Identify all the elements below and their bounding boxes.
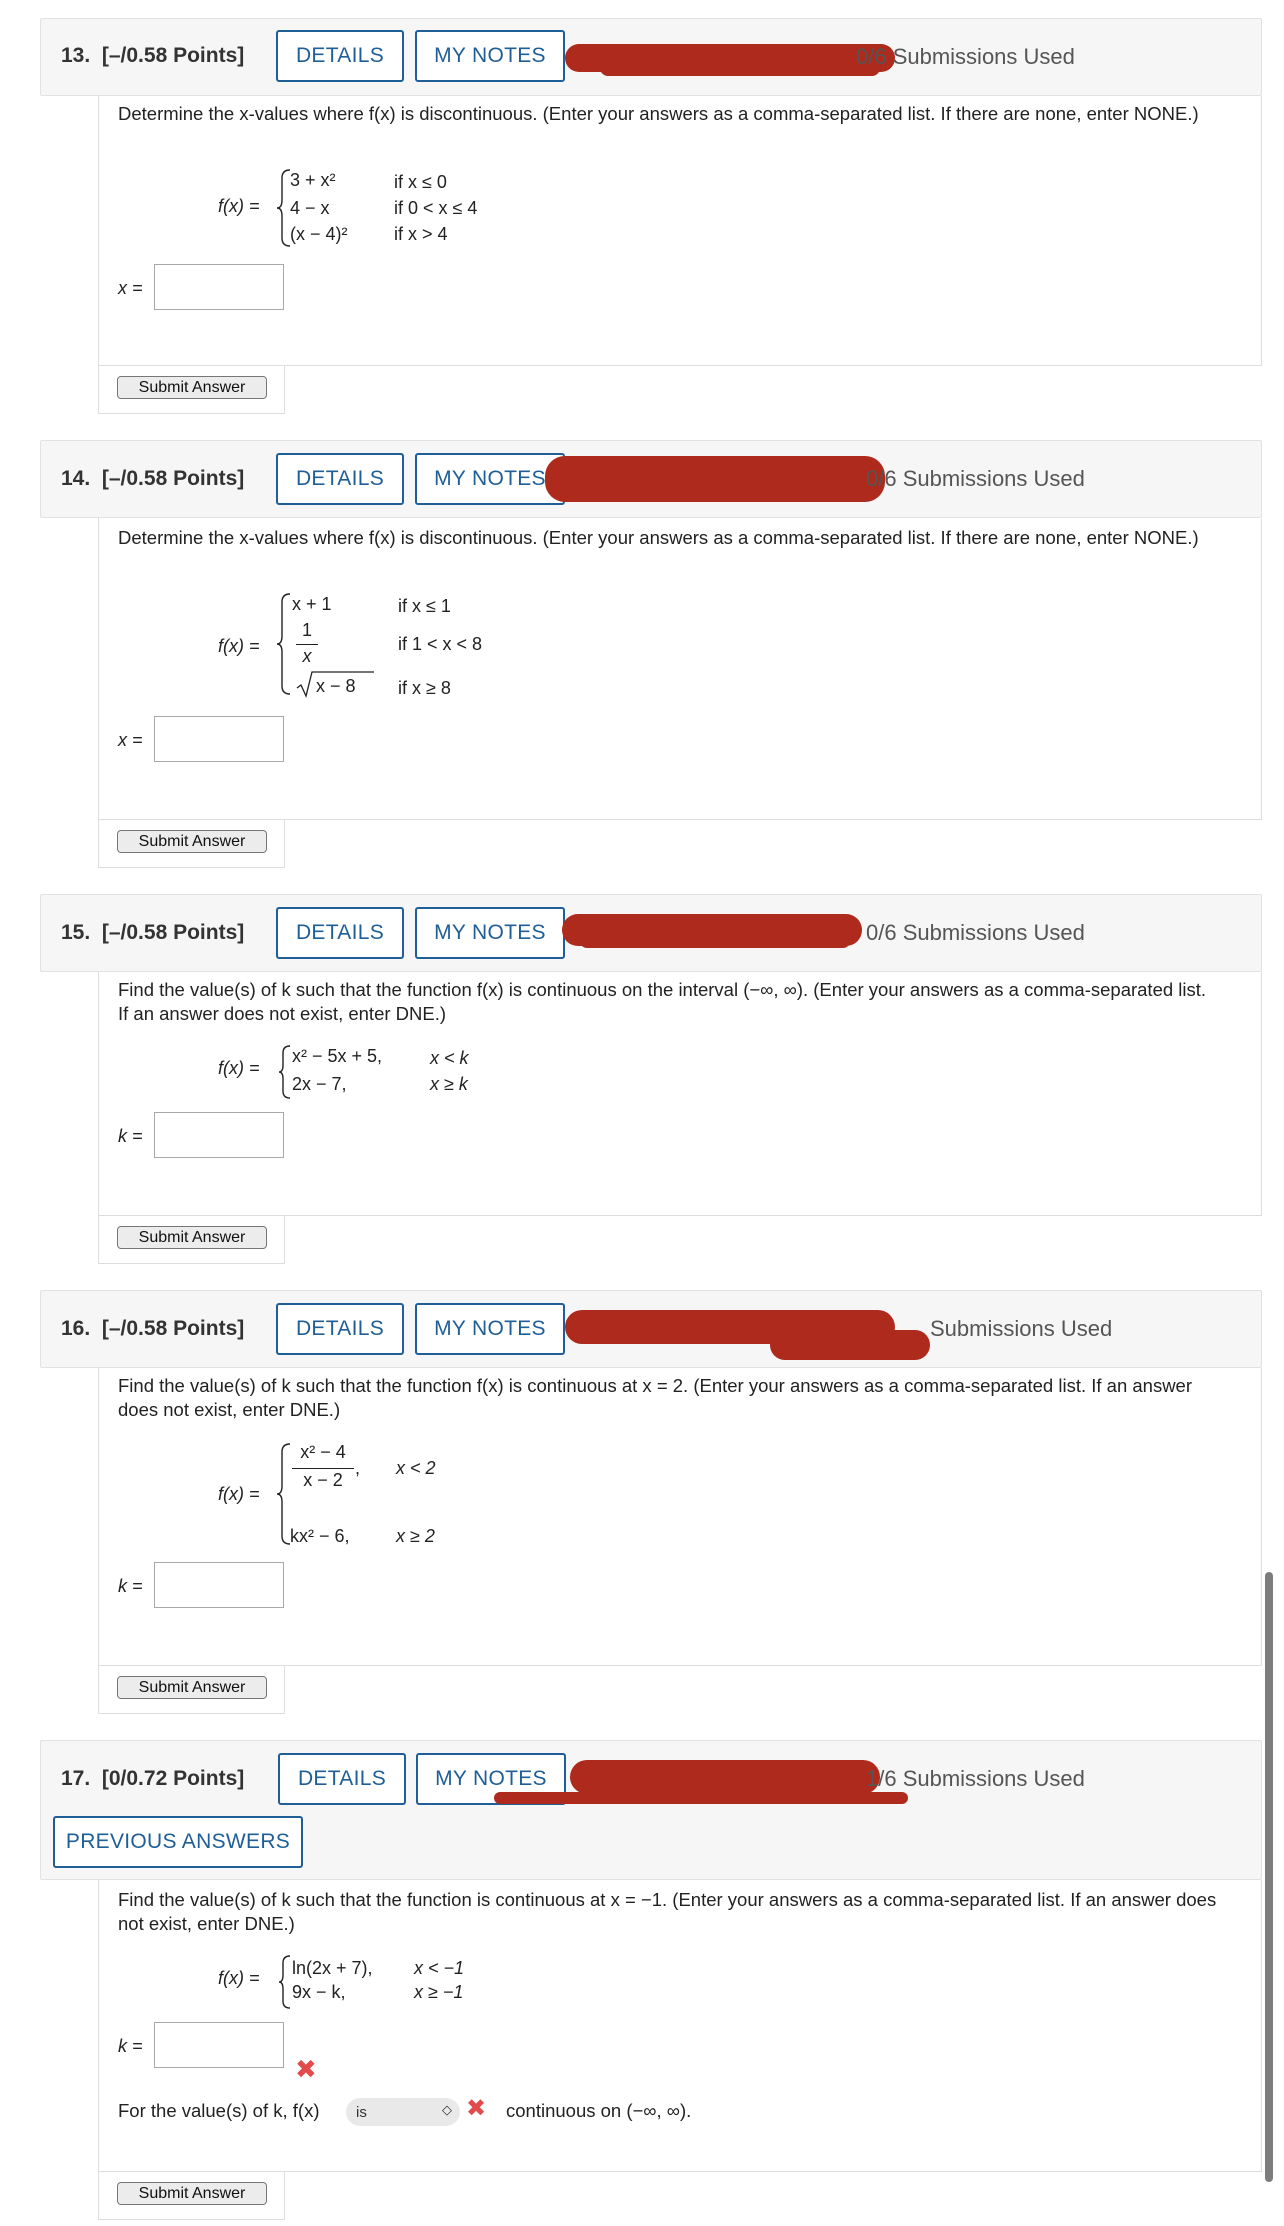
submissions-used: 1/6 Submissions Used: [866, 1766, 1085, 1791]
condition-2: x ≥ −1: [414, 1982, 464, 2002]
my-notes-button[interactable]: MY NOTES: [415, 1303, 565, 1355]
question-15-title: 15. [–/0.58 Points]: [61, 921, 245, 944]
question-13-body: [98, 96, 1262, 366]
fraction-numerator: 1: [301, 620, 312, 640]
select-value: is: [356, 2103, 367, 2121]
details-button[interactable]: DETAILS: [276, 907, 404, 959]
previous-answers-button[interactable]: PREVIOUS ANSWERS: [53, 1816, 303, 1868]
condition-1: if x ≤ 1: [398, 596, 451, 616]
answer-label: x =: [118, 730, 143, 750]
piece-1: ln(2x + 7),: [292, 1958, 373, 1978]
piece-1: x² − 5x + 5,: [292, 1046, 383, 1066]
answer-input[interactable]: [154, 2022, 284, 2068]
redaction-mark: [494, 1792, 908, 1804]
select-chevron-icon: ◇: [442, 2102, 452, 2117]
followup-text-post: continuous on (−∞, ∞).: [506, 2100, 692, 2121]
function-lhs: f(x) =: [218, 636, 260, 656]
condition-3: if x > 4: [394, 224, 448, 244]
fraction-numerator: x² − 4: [300, 1442, 346, 1462]
submit-area: Submit Answer: [98, 820, 285, 868]
submissions-used: 0/6 Submissions Used: [856, 44, 1075, 69]
condition-1: if x ≤ 0: [394, 172, 447, 192]
details-button[interactable]: DETAILS: [276, 453, 404, 505]
incorrect-icon: ✖: [466, 2095, 487, 2122]
condition-2: x ≥ k: [430, 1074, 468, 1094]
answer-label: x =: [118, 278, 143, 298]
condition-2: if 1 < x < 8: [398, 634, 483, 654]
question-13-title: 13. [–/0.58 Points]: [61, 44, 245, 67]
answer-label: k =: [118, 2036, 143, 2056]
details-button[interactable]: DETAILS: [278, 1753, 406, 1805]
redaction-mark: [600, 60, 880, 76]
submit-answer-button[interactable]: Submit Answer: [117, 830, 267, 853]
condition-3: if x ≥ 8: [398, 678, 451, 698]
followup-text-pre: For the value(s) of k, f(x): [118, 2100, 320, 2121]
question-prompt: Find the value(s) of k such that the fun…: [118, 979, 1207, 1024]
function-lhs: f(x) =: [218, 1484, 260, 1504]
answer-input[interactable]: [154, 1562, 284, 1608]
submit-answer-button[interactable]: Submit Answer: [117, 376, 267, 399]
question-prompt: Determine the x-values where f(x) is dis…: [118, 527, 1199, 548]
incorrect-icon: ✖: [295, 2054, 317, 2084]
redaction-mark: [570, 1760, 880, 1794]
my-notes-button[interactable]: MY NOTES: [415, 907, 565, 959]
scrollbar[interactable]: [1265, 1572, 1273, 2182]
my-notes-button[interactable]: MY NOTES: [415, 453, 565, 505]
piece-2: kx² − 6,: [290, 1526, 350, 1546]
condition-1: x < 2: [396, 1458, 436, 1478]
function-lhs: f(x) =: [218, 196, 260, 216]
piece-2: 2x − 7,: [292, 1074, 347, 1094]
condition-1: x < −1: [414, 1958, 465, 1978]
details-button[interactable]: DETAILS: [276, 1303, 404, 1355]
condition-2: if 0 < x ≤ 4: [394, 198, 478, 218]
question-17-title: 17. [0/0.72 Points]: [61, 1767, 245, 1790]
function-lhs: f(x) =: [218, 1058, 260, 1078]
piece-1: x + 1: [292, 594, 332, 614]
submit-answer-button[interactable]: Submit Answer: [117, 1676, 267, 1699]
submit-area: Submit Answer: [98, 2172, 285, 2220]
piecewise-brace: [276, 593, 291, 695]
submit-area: Submit Answer: [98, 366, 285, 414]
answer-label: k =: [118, 1576, 143, 1596]
submissions-used: Submissions Used: [930, 1316, 1113, 1341]
submissions-used: 0/6 Submissions Used: [866, 920, 1085, 945]
piece-2: 9x − k,: [292, 1982, 346, 2002]
piece-3: (x − 4)²: [290, 224, 348, 244]
function-lhs: f(x) =: [218, 1968, 260, 1988]
continuity-select[interactable]: is ◇: [346, 2098, 460, 2126]
submit-answer-button[interactable]: Submit Answer: [117, 2182, 267, 2205]
fraction-denominator: x − 2: [303, 1470, 343, 1490]
answer-input[interactable]: [154, 264, 284, 310]
fraction-denominator: x: [302, 646, 312, 666]
piece-3: x − 8: [316, 676, 356, 696]
piecewise-brace: [278, 1955, 291, 2009]
condition-1: x < k: [430, 1048, 469, 1068]
redaction-mark: [770, 1330, 930, 1360]
redaction-mark: [545, 456, 885, 502]
question-prompt: Determine the x-values where f(x) is dis…: [118, 103, 1199, 124]
piece-1: 3 + x²: [290, 170, 336, 190]
my-notes-button[interactable]: MY NOTES: [415, 30, 565, 82]
submissions-used: 0/6 Submissions Used: [866, 466, 1085, 491]
condition-2: x ≥ 2: [396, 1526, 435, 1546]
submit-answer-button[interactable]: Submit Answer: [117, 1226, 267, 1249]
question-14-title: 14. [–/0.58 Points]: [61, 467, 245, 490]
question-16-title: 16. [–/0.58 Points]: [61, 1317, 245, 1340]
answer-input[interactable]: [154, 1112, 284, 1158]
answer-input[interactable]: [154, 716, 284, 762]
submit-area: Submit Answer: [98, 1666, 285, 1714]
question-14-body: [98, 518, 1262, 820]
answer-label: k =: [118, 1126, 143, 1146]
fraction-comma: ,: [355, 1458, 361, 1478]
redaction-mark: [580, 934, 850, 948]
submit-area: Submit Answer: [98, 1216, 285, 1264]
question-prompt: Find the value(s) of k such that the fun…: [118, 1889, 1217, 1934]
details-button[interactable]: DETAILS: [276, 30, 404, 82]
piecewise-brace: [278, 1045, 291, 1099]
piece-2: 4 − x: [290, 198, 330, 218]
question-prompt: Find the value(s) of k such that the fun…: [118, 1375, 1193, 1420]
